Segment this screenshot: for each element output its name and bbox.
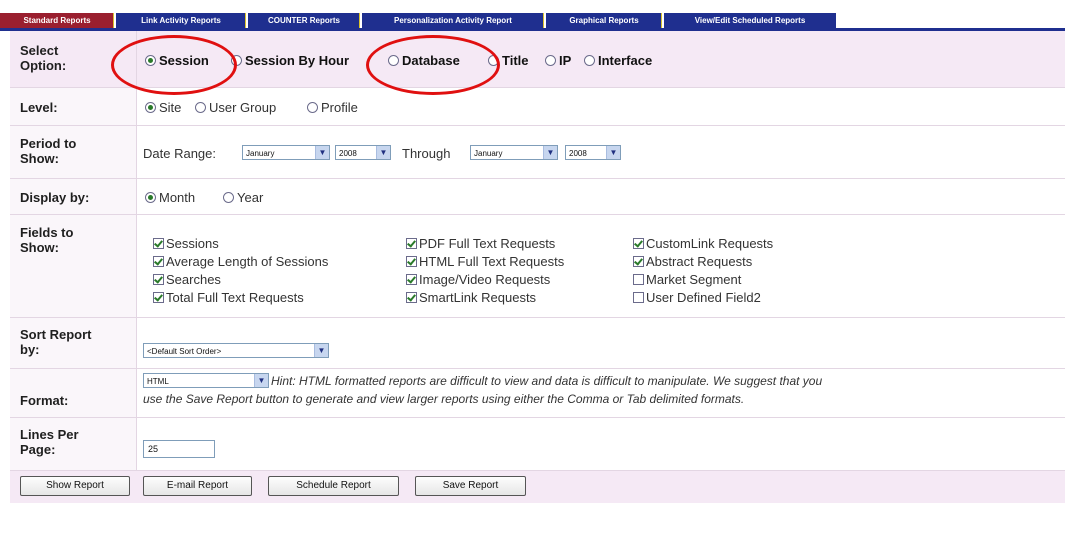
email-report-button[interactable]: E-mail Report [143, 476, 252, 496]
radio-dot-icon [223, 192, 234, 203]
radio-display-month[interactable]: Month [145, 190, 195, 205]
radio-ip[interactable]: IP [545, 53, 571, 68]
radio-dot-icon [307, 102, 318, 113]
schedule-report-button[interactable]: Schedule Report [268, 476, 399, 496]
checkbox-average-length-of-sessions[interactable]: Average Length of Sessions [153, 254, 328, 269]
checkmark-icon [153, 256, 164, 267]
checkmark-icon [406, 292, 417, 303]
show-report-button[interactable]: Show Report [20, 476, 130, 496]
save-report-button[interactable]: Save Report [415, 476, 526, 496]
select-option-label: Select Option: [20, 43, 67, 73]
checkbox-image-video-requests[interactable]: Image/Video Requests [406, 272, 550, 287]
report-tab-bar: Standard Reports Link Activity Reports C… [0, 10, 1065, 31]
date-range-label: Date Range: [143, 146, 216, 161]
sort-order-select[interactable]: <Default Sort Order> ▼ [143, 343, 329, 358]
checkbox-html-full-text-requests[interactable]: HTML Full Text Requests [406, 254, 564, 269]
sort-row: Sort Report by: <Default Sort Order> ▼ [10, 318, 1065, 369]
display-by-row: Display by: Month Year [10, 179, 1065, 215]
radio-interface[interactable]: Interface [584, 53, 652, 68]
checkbox-empty-icon [633, 274, 644, 285]
checkbox-sessions[interactable]: Sessions [153, 236, 219, 251]
checkbox-customlink-requests[interactable]: CustomLink Requests [633, 236, 773, 251]
radio-dot-icon [545, 55, 556, 66]
radio-level-user-group[interactable]: User Group [195, 100, 276, 115]
format-select[interactable]: HTML ▼ [143, 373, 269, 388]
checkbox-smartlink-requests[interactable]: SmartLink Requests [406, 290, 536, 305]
format-hint-line1: Hint: HTML formatted reports are difficu… [271, 374, 823, 388]
radio-session-by-hour[interactable]: Session By Hour [231, 53, 349, 68]
checkmark-icon [406, 256, 417, 267]
radio-level-site[interactable]: Site [145, 100, 181, 115]
checkbox-empty-icon [633, 292, 644, 303]
level-label: Level: [20, 100, 58, 115]
radio-dot-icon [145, 102, 156, 113]
tab-counter-reports[interactable]: COUNTER Reports [248, 13, 360, 28]
tab-graphical-reports[interactable]: Graphical Reports [546, 13, 662, 28]
radio-dot-icon [195, 102, 206, 113]
checkmark-icon [633, 238, 644, 249]
checkbox-market-segment[interactable]: Market Segment [633, 272, 741, 287]
fields-row: Fields to Show: Sessions Average Length … [10, 215, 1065, 318]
tab-view-edit-scheduled-reports[interactable]: View/Edit Scheduled Reports [664, 13, 836, 28]
through-label: Through [402, 146, 451, 161]
highlight-oval-database [366, 35, 500, 95]
radio-display-year[interactable]: Year [223, 190, 263, 205]
fields-label: Fields to Show: [20, 225, 74, 255]
radio-dot-icon [145, 192, 156, 203]
radio-dot-icon [584, 55, 595, 66]
from-year-select[interactable]: 2008 ▼ [335, 145, 391, 160]
tab-link-activity-reports[interactable]: Link Activity Reports [116, 13, 246, 28]
to-month-select[interactable]: January ▼ [470, 145, 558, 160]
from-month-select[interactable]: January ▼ [242, 145, 330, 160]
checkmark-icon [153, 292, 164, 303]
highlight-oval-session [111, 35, 237, 95]
sort-label: Sort Report by: [20, 327, 92, 357]
checkbox-pdf-full-text-requests[interactable]: PDF Full Text Requests [406, 236, 555, 251]
chevron-down-icon: ▼ [314, 344, 328, 357]
checkmark-icon [153, 238, 164, 249]
format-row: Format: HTML ▼ Hint: HTML formatted repor… [10, 369, 1065, 418]
action-buttons-row: Show Report E-mail Report Schedule Repor… [10, 471, 1065, 503]
checkmark-icon [406, 274, 417, 285]
checkbox-user-defined-field2[interactable]: User Defined Field2 [633, 290, 761, 305]
checkmark-icon [406, 238, 417, 249]
checkbox-total-full-text-requests[interactable]: Total Full Text Requests [153, 290, 304, 305]
format-label: Format: [20, 393, 69, 408]
chevron-down-icon: ▼ [315, 146, 329, 159]
checkbox-searches[interactable]: Searches [153, 272, 221, 287]
chevron-down-icon: ▼ [376, 146, 390, 159]
tab-standard-reports[interactable]: Standard Reports [0, 13, 114, 28]
chevron-down-icon: ▼ [543, 146, 557, 159]
checkmark-icon [633, 256, 644, 267]
lines-per-page-row: Lines Per Page: 25 [10, 418, 1065, 471]
to-year-select[interactable]: 2008 ▼ [565, 145, 621, 160]
tab-personalization-activity-report[interactable]: Personalization Activity Report [362, 13, 544, 28]
checkbox-abstract-requests[interactable]: Abstract Requests [633, 254, 752, 269]
lines-per-page-input[interactable]: 25 [143, 440, 215, 458]
display-by-label: Display by: [20, 190, 90, 205]
radio-level-profile[interactable]: Profile [307, 100, 358, 115]
period-label: Period to Show: [20, 136, 77, 166]
checkmark-icon [153, 274, 164, 285]
chevron-down-icon: ▼ [606, 146, 620, 159]
period-row: Period to Show: Date Range: January ▼ 200… [10, 126, 1065, 179]
report-options-form: Select Option: Session Session By Hour D… [10, 31, 1065, 531]
chevron-down-icon: ▼ [254, 374, 268, 387]
format-hint-line2: use the Save Report button to generate a… [143, 392, 745, 406]
lines-per-page-label: Lines Per Page: [20, 427, 79, 457]
